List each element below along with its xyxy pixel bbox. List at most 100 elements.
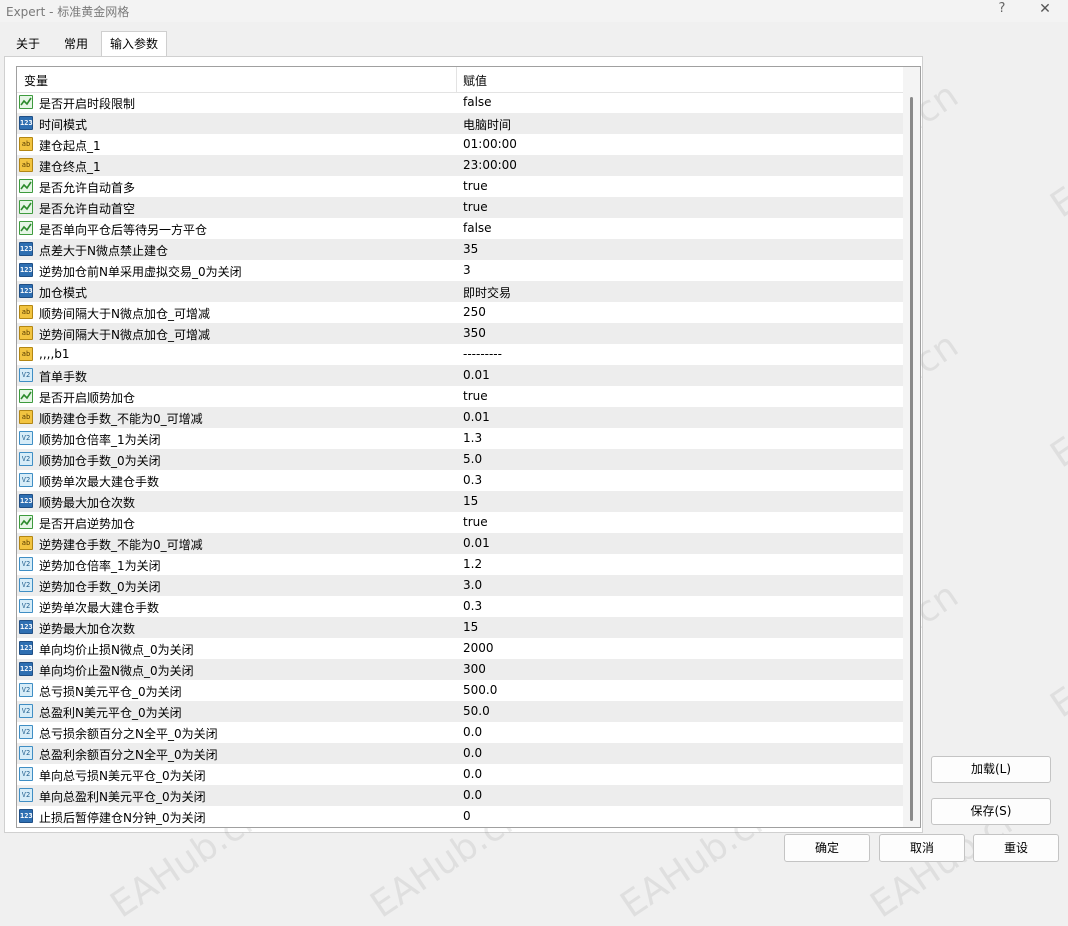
icon-label: 123	[20, 287, 33, 295]
table-row[interactable]: V2 顺势单次最大建仓手数 0.3	[17, 470, 903, 491]
table-row[interactable]: 是否允许自动首空 true	[17, 197, 903, 218]
table-row[interactable]: 123 单向均价止盈N微点_0为关闭 300	[17, 659, 903, 680]
table-row[interactable]: V2 逆势加仓倍率_1为关闭 1.2	[17, 554, 903, 575]
table-row[interactable]: 123 止损后暂停建仓N分钟_0为关闭 0	[17, 806, 903, 827]
param-value[interactable]: 0	[463, 809, 471, 823]
param-value[interactable]: 15	[463, 620, 478, 634]
table-row[interactable]: 123 加仓模式 即时交易	[17, 281, 903, 302]
param-value[interactable]: 0.01	[463, 536, 490, 550]
param-value[interactable]: 0.0	[463, 788, 482, 802]
table-row[interactable]: 123 时间模式 电脑时间	[17, 113, 903, 134]
table-row[interactable]: ab 逆势建仓手数_不能为0_可增减 0.01	[17, 533, 903, 554]
param-value[interactable]: 1.2	[463, 557, 482, 571]
param-value[interactable]: false	[463, 95, 492, 109]
help-button[interactable]: ?	[992, 0, 1012, 20]
save-button[interactable]: 保存(S)	[931, 798, 1051, 825]
table-row[interactable]: ab 建仓终点_1 23:00:00	[17, 155, 903, 176]
cancel-button[interactable]: 取消	[879, 834, 965, 862]
table-row[interactable]: V2 总亏损余额百分之N全平_0为关闭 0.0	[17, 722, 903, 743]
ok-button[interactable]: 确定	[784, 834, 870, 862]
vertical-scrollbar[interactable]	[903, 67, 920, 827]
param-value[interactable]: 0.0	[463, 746, 482, 760]
tab-common[interactable]: 常用	[56, 33, 96, 55]
param-value[interactable]: 300	[463, 662, 486, 676]
table-row[interactable]: 是否开启顺势加仓 true	[17, 386, 903, 407]
table-row[interactable]: 123 逆势最大加仓次数 15	[17, 617, 903, 638]
param-value[interactable]: true	[463, 179, 488, 193]
icon-label: V2	[21, 770, 31, 778]
param-value[interactable]: 0.0	[463, 725, 482, 739]
table-row[interactable]: ab 建仓起点_1 01:00:00	[17, 134, 903, 155]
param-value[interactable]: true	[463, 389, 488, 403]
param-name: 加仓模式	[39, 286, 88, 300]
table-row[interactable]: 是否开启逆势加仓 true	[17, 512, 903, 533]
tab-input-params[interactable]: 输入参数	[101, 31, 168, 56]
table-row[interactable]: V2 单向总盈利N美元平仓_0为关闭 0.0	[17, 785, 903, 806]
param-value[interactable]: 1.3	[463, 431, 482, 445]
param-name: 是否开启逆势加仓	[39, 517, 136, 531]
table-row[interactable]: V2 单向总亏损N美元平仓_0为关闭 0.0	[17, 764, 903, 785]
table-row[interactable]: V2 逆势加仓手数_0为关闭 3.0	[17, 575, 903, 596]
column-header-value[interactable]: 赋值	[463, 72, 487, 89]
param-value[interactable]: 35	[463, 242, 478, 256]
table-row[interactable]: 是否单向平仓后等待另一方平仓 false	[17, 218, 903, 239]
icon-label: V2	[21, 581, 31, 589]
icon-label: 123	[20, 665, 33, 673]
table-row[interactable]: V2 顺势加仓倍率_1为关闭 1.3	[17, 428, 903, 449]
param-value[interactable]: 0.01	[463, 410, 490, 424]
table-row[interactable]: 是否开启时段限制 false	[17, 92, 903, 113]
tab-about[interactable]: 关于	[8, 33, 48, 55]
table-row[interactable]: V2 总盈利N美元平仓_0为关闭 50.0	[17, 701, 903, 722]
bool-icon	[19, 200, 33, 214]
param-value[interactable]: 0.01	[463, 368, 490, 382]
table-row[interactable]: 123 点差大于N微点禁止建仓 35	[17, 239, 903, 260]
param-value[interactable]: 500.0	[463, 683, 497, 697]
column-header-variable[interactable]: 变量	[24, 72, 48, 89]
param-value[interactable]: 250	[463, 305, 486, 319]
string-icon: ab	[19, 305, 33, 319]
param-value[interactable]: false	[463, 221, 492, 235]
param-value[interactable]: true	[463, 200, 488, 214]
param-value[interactable]: 即时交易	[463, 284, 511, 301]
param-value[interactable]: 5.0	[463, 452, 482, 466]
table-row[interactable]: V2 顺势加仓手数_0为关闭 5.0	[17, 449, 903, 470]
table-row[interactable]: V2 首单手数 0.01	[17, 365, 903, 386]
table-row[interactable]: V2 总亏损N美元平仓_0为关闭 500.0	[17, 680, 903, 701]
param-name: 单向均价止损N微点_0为关闭	[39, 643, 194, 657]
param-name: 总亏损余额百分之N全平_0为关闭	[39, 727, 218, 741]
double-icon: V2	[19, 788, 33, 802]
table-row[interactable]: 是否允许自动首多 true	[17, 176, 903, 197]
load-button[interactable]: 加载(L)	[931, 756, 1051, 783]
table-row[interactable]: 123 顺势最大加仓次数 15	[17, 491, 903, 512]
scrollbar-thumb[interactable]	[910, 97, 913, 821]
param-value[interactable]: 3.0	[463, 578, 482, 592]
table-row[interactable]: ab ,,,,b1 ---------	[17, 344, 903, 365]
table-row[interactable]: ab 顺势间隔大于N微点加仓_可增减 250	[17, 302, 903, 323]
close-button[interactable]: ✕	[1035, 0, 1055, 20]
parameters-grid[interactable]: 变量 赋值 是否开启时段限制 false 123 时间模式 电脑时间 ab 建仓起点_1 01…	[16, 66, 921, 828]
param-value[interactable]: 0.3	[463, 473, 482, 487]
param-value[interactable]: 电脑时间	[463, 116, 511, 133]
param-value[interactable]: true	[463, 515, 488, 529]
table-row[interactable]: V2 逆势单次最大建仓手数 0.3	[17, 596, 903, 617]
table-row[interactable]: 123 逆势加仓前N单采用虚拟交易_0为关闭 3	[17, 260, 903, 281]
icon-label: 123	[20, 812, 33, 820]
param-value[interactable]: 3	[463, 263, 471, 277]
table-row[interactable]: ab 顺势建仓手数_不能为0_可增减 0.01	[17, 407, 903, 428]
table-row[interactable]: ab 逆势间隔大于N微点加仓_可增减 350	[17, 323, 903, 344]
param-value[interactable]: 350	[463, 326, 486, 340]
param-value[interactable]: 23:00:00	[463, 158, 517, 172]
table-row[interactable]: V2 总盈利余额百分之N全平_0为关闭 0.0	[17, 743, 903, 764]
column-divider[interactable]	[456, 67, 457, 92]
param-value[interactable]: 15	[463, 494, 478, 508]
param-value[interactable]: 50.0	[463, 704, 490, 718]
param-value[interactable]: 0.3	[463, 599, 482, 613]
reset-button[interactable]: 重设	[973, 834, 1059, 862]
param-name: 顺势单次最大建仓手数	[39, 475, 160, 489]
param-value[interactable]: 0.0	[463, 767, 482, 781]
table-row[interactable]: 123 单向均价止损N微点_0为关闭 2000	[17, 638, 903, 659]
param-name: 总盈利N美元平仓_0为关闭	[39, 706, 182, 720]
param-value[interactable]: 01:00:00	[463, 137, 517, 151]
param-value[interactable]: ---------	[463, 347, 502, 361]
param-value[interactable]: 2000	[463, 641, 494, 655]
